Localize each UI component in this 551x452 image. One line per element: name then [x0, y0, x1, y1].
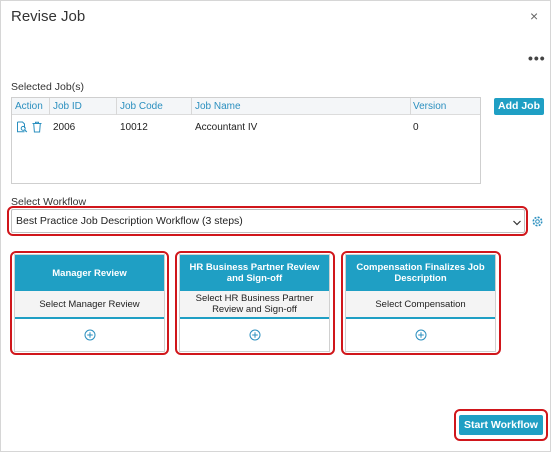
- step-title: Compensation Finalizes Job Description: [346, 255, 495, 291]
- add-circle-icon[interactable]: [415, 328, 427, 346]
- column-header-job-name[interactable]: Job Name: [195, 101, 241, 112]
- selected-jobs-table: Action Job ID Job Code Job Name Version: [11, 97, 481, 184]
- workflow-select[interactable]: Best Practice Job Description Workflow (…: [11, 209, 525, 233]
- revise-job-dialog: Revise Job × ••• Selected Job(s) Action …: [0, 0, 551, 452]
- step-title: HR Business Partner Review and Sign-off: [180, 255, 329, 291]
- gear-icon[interactable]: [531, 215, 544, 233]
- trash-icon[interactable]: [31, 120, 43, 138]
- add-circle-icon[interactable]: [84, 328, 96, 346]
- column-divider: [410, 98, 411, 115]
- column-header-job-code[interactable]: Job Code: [120, 101, 163, 112]
- step-select-button[interactable]: Select Manager Review: [15, 291, 164, 319]
- column-divider: [49, 98, 50, 115]
- dialog-title: Revise Job: [11, 8, 86, 25]
- column-header-job-id[interactable]: Job ID: [53, 101, 82, 112]
- chevron-down-icon: [512, 215, 522, 233]
- column-header-version[interactable]: Version: [413, 101, 446, 112]
- workflow-select-value: Best Practice Job Description Workflow (…: [16, 215, 243, 227]
- cell-job-id: 2006: [53, 122, 76, 133]
- cell-job-code: 10012: [120, 122, 148, 133]
- column-divider: [116, 98, 117, 115]
- cell-version: 0: [413, 122, 419, 133]
- column-header-action: Action: [15, 101, 43, 112]
- step-select-button[interactable]: Select HR Business Partner Review and Si…: [180, 291, 329, 319]
- table-header: Action Job ID Job Code Job Name Version: [12, 98, 480, 115]
- step-card-manager-review: Manager Review Select Manager Review: [14, 254, 165, 352]
- add-circle-icon[interactable]: [249, 328, 261, 346]
- step-card-compensation: Compensation Finalizes Job Description S…: [345, 254, 496, 352]
- step-card-hr-business-partner: HR Business Partner Review and Sign-off …: [179, 254, 330, 352]
- step-title: Manager Review: [15, 255, 164, 291]
- close-icon[interactable]: ×: [530, 8, 538, 24]
- preview-icon[interactable]: [16, 120, 28, 138]
- cell-job-name: Accountant IV: [195, 122, 258, 133]
- more-options-icon[interactable]: •••: [528, 50, 546, 66]
- selected-jobs-label: Selected Job(s): [11, 81, 84, 93]
- start-workflow-button[interactable]: Start Workflow: [459, 415, 543, 435]
- step-select-button[interactable]: Select Compensation: [346, 291, 495, 319]
- add-job-button[interactable]: Add Job: [494, 98, 544, 115]
- column-divider: [191, 98, 192, 115]
